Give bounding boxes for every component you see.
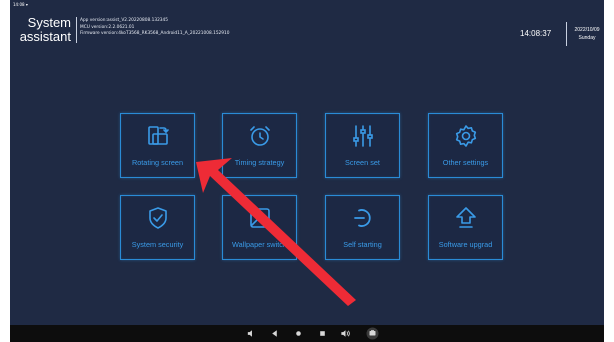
tile-label: Software upgrad <box>438 240 493 249</box>
screenshot-icon[interactable] <box>366 327 379 340</box>
status-bar: 14:08 ▾ <box>10 0 604 10</box>
tile-label: Rotating screen <box>131 158 184 167</box>
tile-label: Timing strategy <box>234 158 285 167</box>
alarm-clock-icon <box>249 126 270 146</box>
back-icon[interactable] <box>269 328 280 339</box>
tile-label: System security <box>131 240 184 249</box>
app-title-line2: assistant <box>19 29 71 44</box>
tile-label: Other settings <box>442 158 489 167</box>
date: 2022/10/09 <box>574 27 600 33</box>
app-header: System assistant App version:assist_V2.2… <box>10 10 604 50</box>
tile-self-starting[interactable]: Self starting <box>325 195 400 260</box>
app-version: App version:assist_V2.20220808.132345 <box>80 18 169 23</box>
upload-arrow-icon <box>455 207 476 228</box>
firmware-version: Firmware version:4koT3568_RK3568_Android… <box>80 31 230 37</box>
app-title: System assistant <box>15 16 71 44</box>
tile-wallpaper-switch[interactable]: Wallpaper switch <box>222 195 297 260</box>
tile-software-upgrade[interactable]: Software upgrad <box>428 195 503 260</box>
title-divider <box>76 17 77 43</box>
power-icon <box>353 209 371 227</box>
tile-label: Self starting <box>343 240 382 249</box>
weekday: Sunday <box>578 35 596 41</box>
date-block: 2022/10/09 Sunday <box>570 26 604 42</box>
home-icon[interactable] <box>293 328 304 339</box>
tile-system-security[interactable]: System security <box>120 195 195 260</box>
status-time: 14:08 <box>13 2 25 7</box>
version-info: App version:assist_V2.20220808.132345 MC… <box>80 18 230 38</box>
clock: 14:08:37 <box>520 29 552 38</box>
recents-icon[interactable] <box>317 328 328 339</box>
date-divider <box>566 22 567 46</box>
app-title-line1: System <box>27 15 71 30</box>
tile-screen-set[interactable]: Screen set <box>325 113 400 178</box>
rotate-screen-icon <box>147 126 169 145</box>
volume-down-icon[interactable] <box>246 328 257 339</box>
gear-icon <box>455 125 476 147</box>
volume-up-icon[interactable] <box>340 328 351 339</box>
wallpaper-icon <box>249 208 270 228</box>
shield-check-icon <box>148 207 167 229</box>
tile-other-settings[interactable]: Other settings <box>428 113 503 178</box>
sliders-icon <box>352 125 373 147</box>
android-nav-bar <box>10 325 604 342</box>
tile-label: Screen set <box>345 158 380 167</box>
tile-label: Wallpaper switch <box>232 240 287 249</box>
device-screen: 14:08 ▾ System assistant App version:ass… <box>10 0 604 325</box>
tile-rotating-screen[interactable]: Rotating screen <box>120 113 195 178</box>
tile-timing-strategy[interactable]: Timing strategy <box>222 113 297 178</box>
signal-icon: ▾ <box>25 2 28 7</box>
